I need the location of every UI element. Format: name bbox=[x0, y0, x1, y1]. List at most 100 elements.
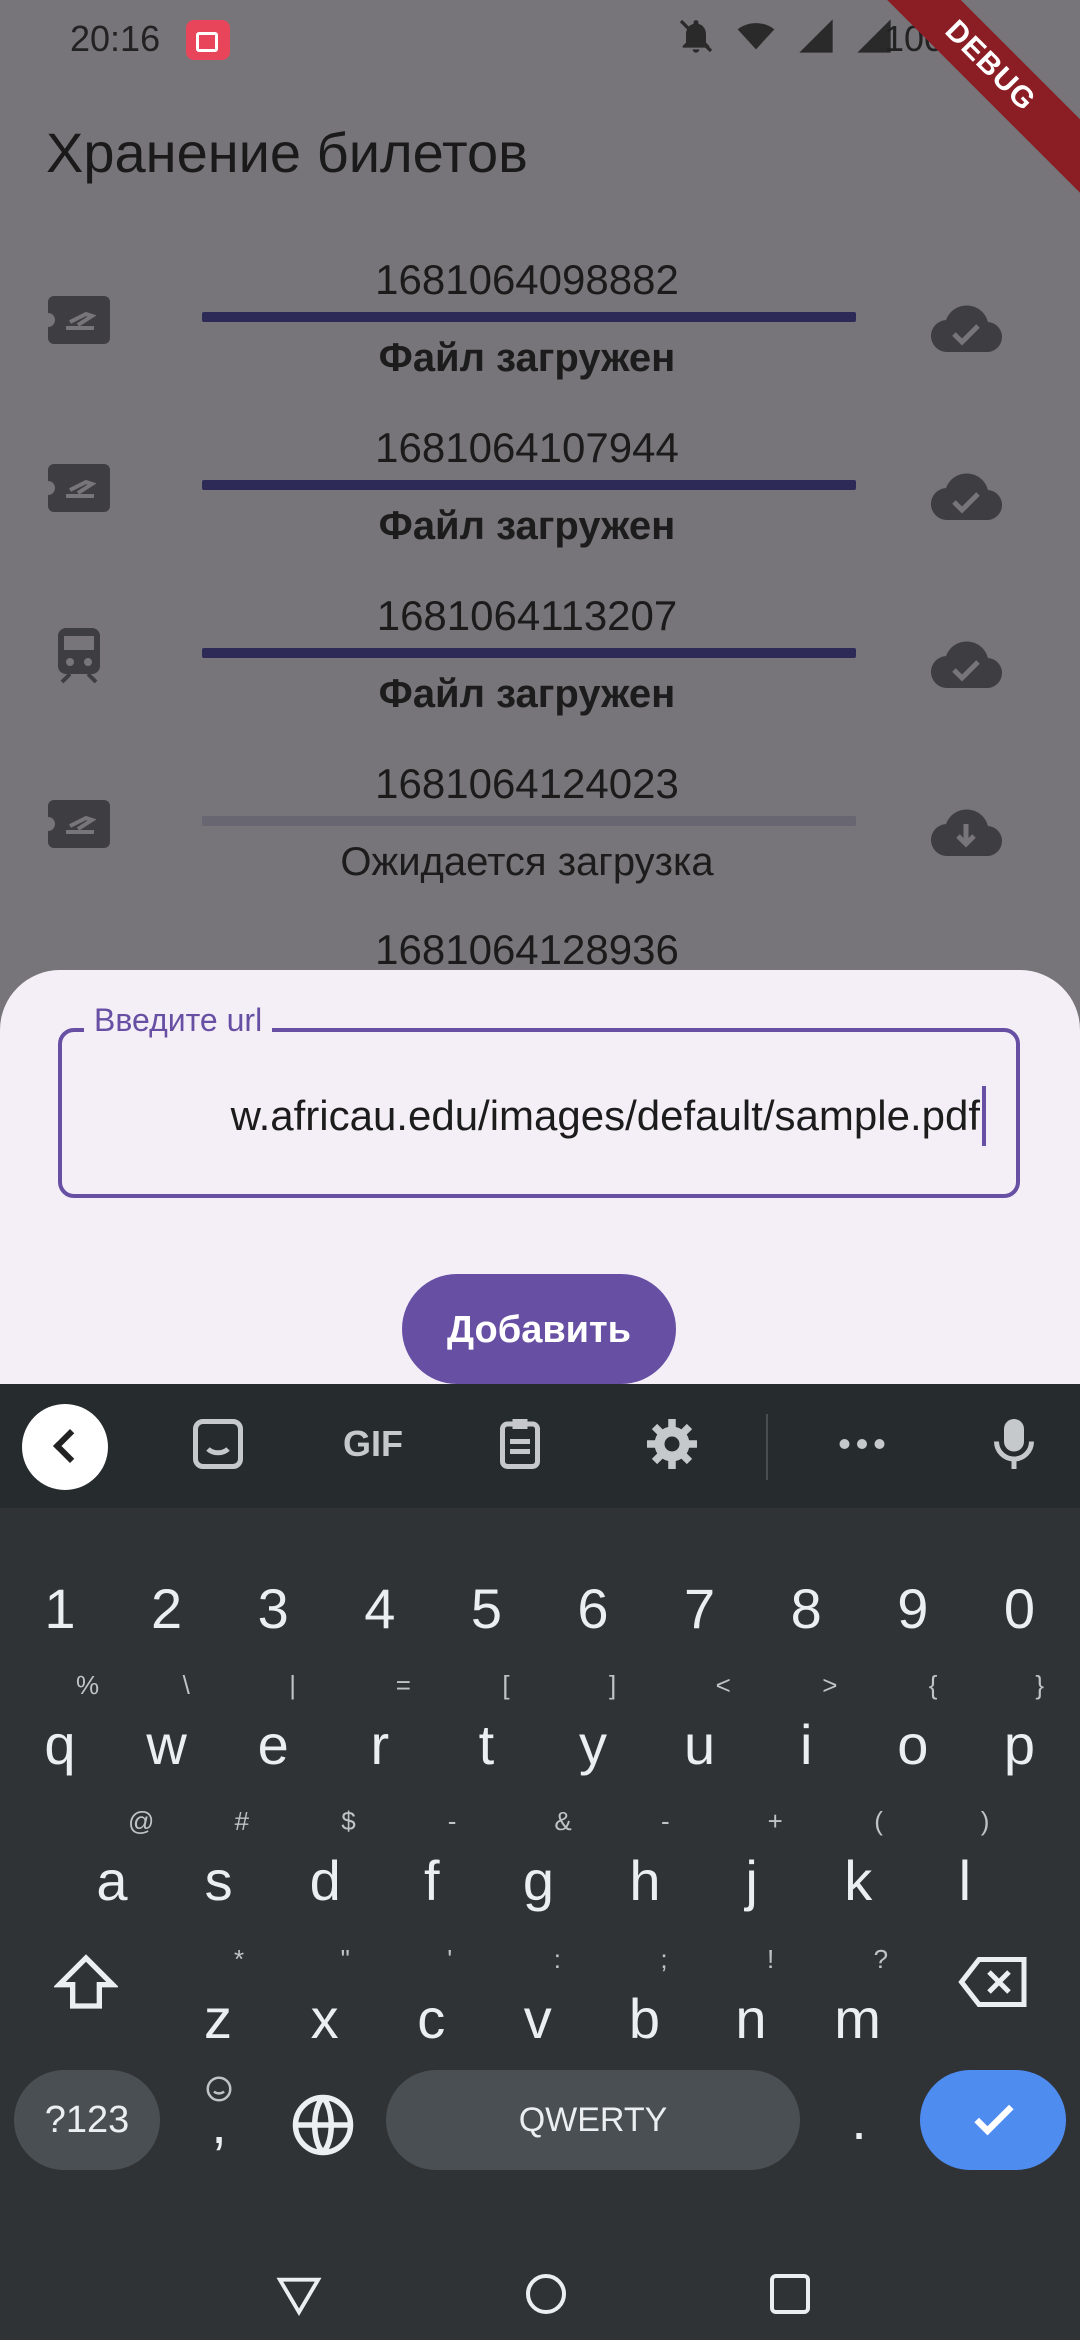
key-z-label: z bbox=[204, 1987, 232, 2050]
key-p[interactable]: p} bbox=[979, 1670, 1059, 1790]
add-button[interactable]: Добавить bbox=[402, 1274, 676, 1384]
key-l-hint: ) bbox=[980, 1806, 990, 1836]
key-7[interactable]: 7 bbox=[660, 1564, 740, 1654]
key-i-label: i bbox=[799, 1713, 813, 1776]
ticket-status: Файл загружен bbox=[378, 504, 676, 548]
key-i[interactable]: i > bbox=[766, 1670, 846, 1790]
enter-key[interactable] bbox=[920, 2070, 1066, 2170]
ticket-status: Файл загружен bbox=[378, 672, 676, 716]
key-l-label: l bbox=[958, 1849, 972, 1912]
key-w-label: w bbox=[146, 1713, 187, 1776]
key-v-label: v bbox=[523, 1987, 552, 2050]
ticket-status: Файл загружен bbox=[378, 336, 676, 380]
key-s[interactable]: s # bbox=[179, 1806, 259, 1926]
key-0[interactable]: 0 bbox=[979, 1564, 1059, 1654]
key-r-label: r bbox=[370, 1713, 390, 1776]
shift-icon[interactable] bbox=[54, 1950, 118, 2014]
key-d-hint: $ bbox=[341, 1806, 356, 1836]
key-j[interactable]: j + bbox=[712, 1806, 792, 1926]
ticket-row[interactable]: 1681064107944 Файл загружен bbox=[0, 424, 1080, 592]
key-c[interactable]: c ' bbox=[391, 1944, 471, 2064]
key-q-hint: % bbox=[76, 1670, 100, 1700]
comma-key[interactable]: , bbox=[184, 2074, 254, 2174]
wifi-icon bbox=[737, 23, 775, 50]
key-9[interactable]: 9 bbox=[873, 1564, 953, 1654]
key-8[interactable]: 8 bbox=[766, 1564, 846, 1654]
settings-gear-icon[interactable] bbox=[642, 1414, 702, 1474]
keyboard-back-icon[interactable] bbox=[22, 1404, 108, 1490]
back-nav-icon[interactable] bbox=[274, 2272, 324, 2318]
key-u[interactable]: u < bbox=[660, 1670, 740, 1790]
ticket-status: Ожидается загрузка bbox=[340, 840, 714, 884]
key-6-label: 6 bbox=[577, 1577, 609, 1640]
ticket-row[interactable]: 1681064124023 Ожидается загрузка bbox=[0, 760, 1080, 928]
backspace-icon[interactable] bbox=[958, 1952, 1030, 2012]
key-o-hint: { bbox=[928, 1670, 938, 1700]
key-n-hint: ! bbox=[767, 1944, 775, 1974]
key-x-hint: " bbox=[340, 1944, 350, 1974]
key-p-label: p bbox=[1003, 1713, 1035, 1776]
space-key[interactable]: QWERTY bbox=[386, 2070, 800, 2170]
ticket-row[interactable]: 1681064098882 Файл загружен bbox=[0, 256, 1080, 424]
key-2-label: 2 bbox=[151, 1577, 183, 1640]
cloud-done-icon[interactable] bbox=[930, 302, 1002, 354]
symbols-key[interactable]: ?123 bbox=[14, 2070, 160, 2170]
key-e-label: e bbox=[257, 1713, 289, 1776]
key-h[interactable]: h- bbox=[605, 1806, 685, 1926]
globe-icon[interactable] bbox=[290, 2092, 356, 2158]
key-1[interactable]: 1 bbox=[20, 1564, 100, 1654]
download-progress-bar bbox=[202, 480, 856, 490]
key-6[interactable]: 6 bbox=[553, 1564, 633, 1654]
url-input[interactable]: Введите url w.africau.edu/images/default… bbox=[58, 1002, 1020, 1198]
period-key[interactable]: . bbox=[826, 2070, 892, 2170]
cloud-download-icon[interactable] bbox=[930, 806, 1002, 858]
key-f[interactable]: f- bbox=[392, 1806, 472, 1926]
sticker-icon[interactable] bbox=[188, 1414, 248, 1474]
key-b[interactable]: b; bbox=[604, 1944, 684, 2064]
key-n[interactable]: n! bbox=[711, 1944, 791, 2064]
key-3[interactable]: 3 bbox=[233, 1564, 313, 1654]
key-q[interactable]: q% bbox=[20, 1670, 100, 1790]
key-x[interactable]: x " bbox=[285, 1944, 365, 2064]
gif-button[interactable]: GIF bbox=[338, 1414, 408, 1474]
screen-record-icon bbox=[186, 20, 230, 60]
key-o[interactable]: o{ bbox=[873, 1670, 953, 1790]
key-k[interactable]: k( bbox=[818, 1806, 898, 1926]
key-y-label: y bbox=[579, 1713, 607, 1776]
page-title: Хранение билетов bbox=[46, 121, 528, 184]
key-g-hint: & bbox=[554, 1806, 572, 1836]
recents-nav-icon[interactable] bbox=[766, 2270, 814, 2318]
key-y[interactable]: y] bbox=[553, 1670, 633, 1790]
ticket-row[interactable]: 1681064113207 Файл загружен bbox=[0, 592, 1080, 760]
key-t-hint: [ bbox=[502, 1670, 510, 1700]
ticket-id: 1681064113207 bbox=[376, 592, 678, 639]
clipboard-icon[interactable] bbox=[490, 1414, 550, 1474]
key-a[interactable]: a @ bbox=[72, 1806, 154, 1926]
key-t[interactable]: t[ bbox=[446, 1670, 526, 1790]
key-z[interactable]: z * bbox=[178, 1944, 258, 2064]
cloud-done-icon[interactable] bbox=[930, 638, 1002, 690]
key-y-hint: ] bbox=[609, 1670, 617, 1700]
key-g[interactable]: g & bbox=[498, 1806, 578, 1926]
key-a-hint: @ bbox=[128, 1806, 155, 1836]
key-m[interactable]: m? bbox=[818, 1944, 898, 2064]
microphone-icon[interactable] bbox=[984, 1414, 1044, 1474]
key-v-hint: : bbox=[553, 1944, 562, 1974]
key-4[interactable]: 4 bbox=[340, 1564, 420, 1654]
key-r[interactable]: r = bbox=[340, 1670, 420, 1790]
url-input-value[interactable]: w.africau.edu/images/default/sample.pdf bbox=[92, 1092, 980, 1140]
home-nav-icon[interactable] bbox=[522, 2270, 570, 2318]
key-w[interactable]: w \ bbox=[127, 1670, 207, 1790]
key-e[interactable]: e | bbox=[233, 1670, 313, 1790]
more-icon[interactable] bbox=[832, 1414, 892, 1474]
key-l[interactable]: l) bbox=[925, 1806, 1005, 1926]
cloud-done-icon[interactable] bbox=[930, 470, 1002, 522]
keyboard-toolbar: GIF bbox=[0, 1384, 1080, 1508]
key-a-label: a bbox=[96, 1849, 128, 1912]
train-ticket-icon bbox=[58, 628, 100, 684]
key-2[interactable]: 2 bbox=[127, 1564, 207, 1654]
key-v[interactable]: v: bbox=[498, 1944, 578, 2064]
key-n-label: n bbox=[735, 1987, 767, 2050]
key-d[interactable]: d $ bbox=[285, 1806, 365, 1926]
key-5[interactable]: 5 bbox=[446, 1564, 526, 1654]
